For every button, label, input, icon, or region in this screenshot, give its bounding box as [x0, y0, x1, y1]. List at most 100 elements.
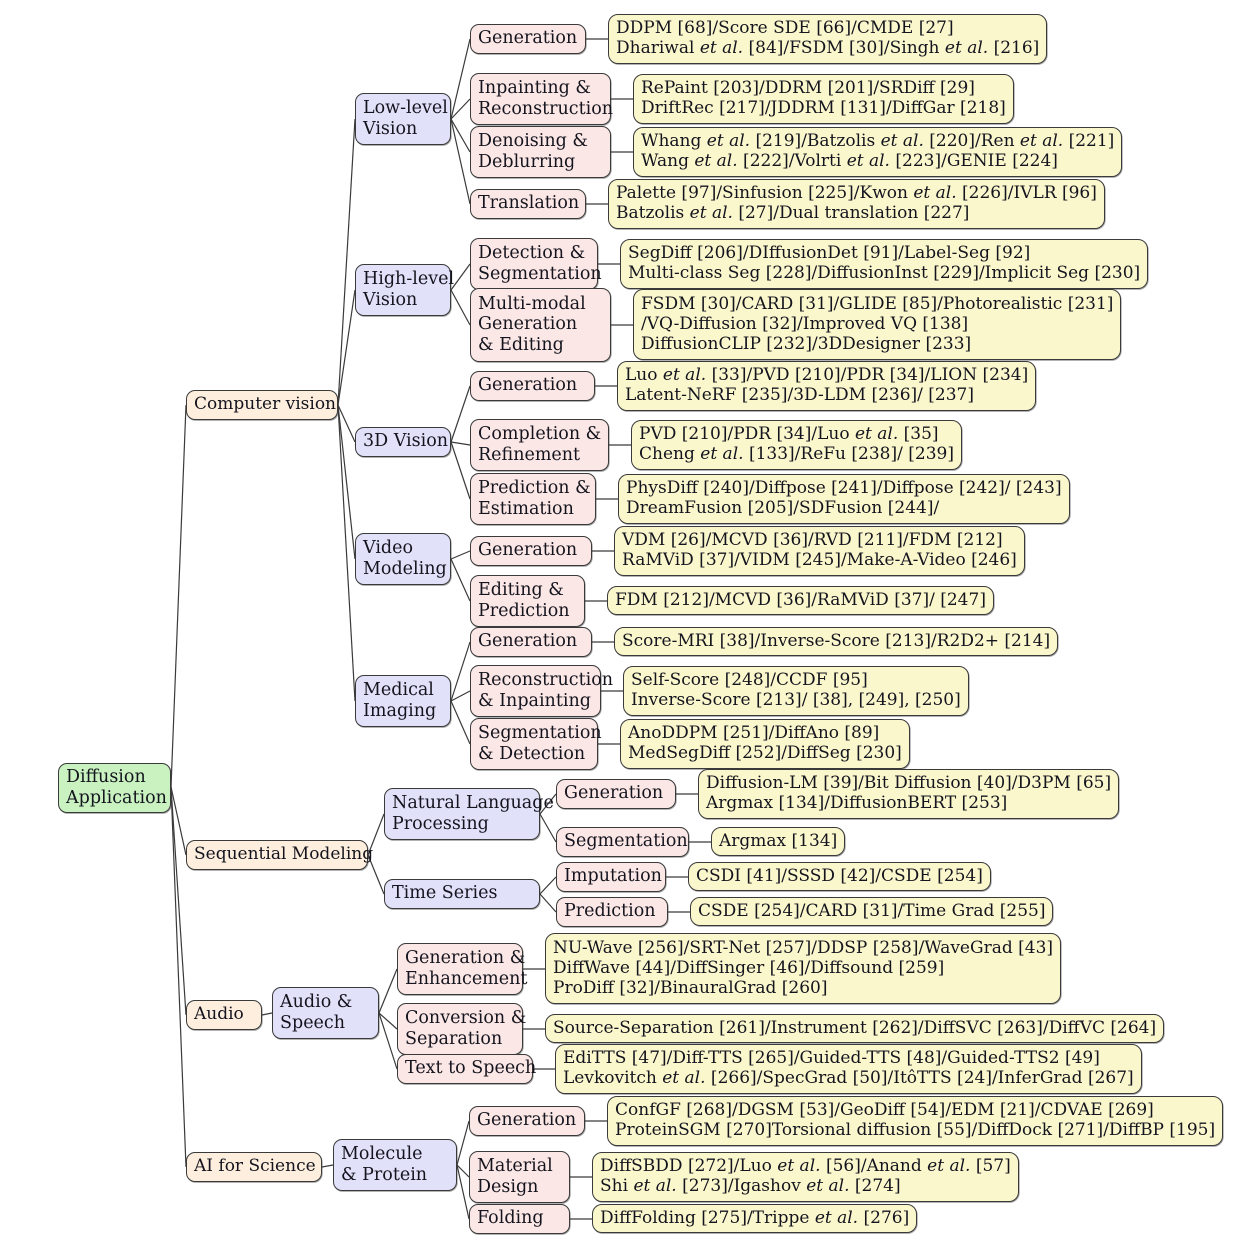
node-line: Modeling: [363, 558, 447, 579]
node-line: Reconstruction: [478, 669, 614, 690]
category-node-0-3[interactable]: Video Modeling: [355, 533, 451, 585]
task-node-1-0-1[interactable]: Segmentation: [556, 827, 689, 857]
node-line: /VQ-Diffusion [32]/Improved VQ [138]: [641, 313, 969, 334]
category-node-0-2[interactable]: 3D Vision: [355, 427, 451, 457]
et-al: et al.: [806, 1176, 850, 1196]
connector: [450, 550, 471, 560]
task-node-0-0-0[interactable]: Generation: [470, 24, 586, 54]
task-node-0-1-1[interactable]: Multi-modal Generation & Editing: [470, 288, 611, 362]
connector: [539, 876, 557, 895]
node-line: Multi-modal: [478, 293, 586, 314]
node-line: Segmentation: [478, 722, 602, 743]
node-line: Prediction: [564, 901, 656, 922]
node-line: DiffusionCLIP [232]/3DDesigner [233]: [641, 334, 972, 355]
task-node-0-2-0[interactable]: Generation: [470, 371, 595, 401]
et-al: et al.: [913, 182, 957, 203]
et-al: et al.: [1019, 130, 1064, 151]
category-node-0-0[interactable]: Low-level Vision: [355, 93, 451, 145]
task-node-1-1-1[interactable]: Prediction: [556, 897, 668, 927]
paper-list-0-2-0: Luo et al. [33]/PVD [210]/PDR [34]/LION …: [617, 360, 1037, 411]
node-line: Material: [477, 1155, 553, 1176]
paper-list-2-0-1: Source-Separation [261]/Instrument [262]…: [545, 1014, 1165, 1044]
node-line: Palette [97]/Sinfusion [225]/Kwon et al.…: [616, 182, 1097, 203]
task-node-0-3-0[interactable]: Generation: [470, 536, 592, 566]
paper-list-0-0-3: Palette [97]/Sinfusion [225]/Kwon et al.…: [608, 178, 1105, 229]
connector: [337, 404, 356, 560]
node-line: EdiTTS [47]/Diff-TTS [265]/Guided-TTS [4…: [563, 1047, 1100, 1068]
node-line: Vision: [363, 289, 418, 310]
et-al: et al.: [662, 1068, 706, 1088]
node-line: Generation: [478, 314, 578, 335]
node-line: Video: [363, 537, 414, 558]
node-line: Editing &: [478, 579, 564, 600]
node-line: MedSegDiff [252]/DiffSeg [230]: [628, 743, 902, 763]
node-line: Segmentation: [478, 263, 602, 284]
task-node-3-0-1[interactable]: Material Design: [469, 1151, 570, 1203]
node-line: Dhariwal et al. [84]/FSDM [30]/Singh et …: [616, 38, 1040, 58]
branch-node-3[interactable]: AI for Science: [186, 1152, 322, 1182]
branch-node-2[interactable]: Audio: [186, 1000, 262, 1030]
task-node-0-3-1[interactable]: Editing & Prediction: [470, 575, 585, 627]
task-node-0-1-0[interactable]: Detection & Segmentation: [470, 238, 602, 290]
connector: [450, 38, 471, 120]
connector: [450, 98, 471, 120]
node-line: Generation: [478, 631, 578, 652]
task-node-0-2-1[interactable]: Completion & Refinement: [470, 419, 609, 471]
task-node-2-0-0[interactable]: Generation & Enhancement: [397, 943, 527, 995]
branch-node-0[interactable]: Computer vision: [186, 390, 338, 420]
task-node-0-4-1[interactable]: Reconstruction & Inpainting: [470, 665, 614, 717]
connector: [450, 700, 471, 745]
task-node-1-1-0[interactable]: Imputation: [556, 862, 666, 892]
paper-list-3-0-1: DiffSBDD [272]/Luo et al. [56]/Anand et …: [592, 1151, 1019, 1202]
task-node-0-4-0[interactable]: Generation: [470, 627, 592, 657]
category-node-1-0[interactable]: Natural Language Processing: [384, 788, 554, 840]
connector: [261, 1012, 273, 1016]
task-node-0-2-2[interactable]: Prediction & Estimation: [470, 473, 596, 525]
task-node-3-0-0[interactable]: Generation: [469, 1106, 585, 1136]
task-node-0-0-2[interactable]: Denoising & Deblurring: [470, 126, 611, 178]
connector: [170, 786, 187, 1168]
node-line: VDM [26]/MCVD [36]/RVD [211]/FDM [212]: [622, 529, 1003, 550]
node-line: Separation: [405, 1028, 503, 1049]
category-node-2-0[interactable]: Audio & Speech: [272, 987, 379, 1039]
paper-list-0-4-2: AnoDDPM [251]/DiffAno [89] MedSegDiff [25…: [620, 718, 910, 769]
category-node-3-0[interactable]: Molecule & Protein: [333, 1139, 457, 1191]
node-line: Generation: [564, 783, 664, 804]
task-node-2-0-1[interactable]: Conversion & Separation: [397, 1003, 526, 1055]
task-node-1-0-0[interactable]: Generation: [556, 779, 676, 809]
paper-list-0-0-1: RePaint [203]/DDRM [201]/SRDiff [29] Drif…: [633, 73, 1014, 124]
node-line: Imaging: [363, 700, 437, 721]
connector: [450, 641, 471, 702]
node-line: Inpainting &: [478, 77, 591, 98]
node-line: Speech: [280, 1012, 345, 1033]
node-line: Medical: [363, 679, 434, 700]
node-line: Latent-NeRF [235]/3D-LDM [236]/ [237]: [625, 385, 975, 405]
category-node-0-1[interactable]: High-level Vision: [355, 264, 454, 316]
paper-list-0-4-1: Self-Score [248]/CCDF [95] Inverse-Score …: [623, 665, 969, 716]
task-node-0-4-2[interactable]: Segmentation & Detection: [470, 718, 602, 770]
task-node-3-0-2[interactable]: Folding: [469, 1204, 570, 1234]
connector: [450, 289, 471, 326]
category-node-0-4[interactable]: Medical Imaging: [355, 675, 451, 727]
node-line: Time Series: [392, 883, 498, 904]
connector: [321, 1164, 334, 1168]
task-node-0-0-3[interactable]: Translation: [470, 189, 586, 219]
et-al: et al.: [944, 38, 989, 58]
category-node-1-1[interactable]: Time Series: [384, 879, 540, 909]
task-node-0-0-1[interactable]: Inpainting & Reconstruction: [470, 73, 613, 125]
mindmap-canvas: Diffusion Application Computer vision Low-l…: [0, 0, 1250, 1256]
node-line: Diffusion-LM [39]/Bit Diffusion [40]/D3P…: [706, 772, 1112, 793]
connector: [170, 404, 187, 788]
node-line: & Inpainting: [478, 690, 591, 711]
et-al: et al.: [927, 1155, 971, 1176]
node-line: Detection &: [478, 242, 586, 263]
paper-list-0-4-0: Score-MRI [38]/Inverse-Score [213]/R2D2+…: [614, 627, 1059, 657]
node-line: Self-Score [248]/CCDF [95]: [631, 669, 868, 690]
paper-list-2-0-0: NU-Wave [256]/SRT-Net [257]/DDSP [258]/W…: [545, 933, 1062, 1004]
branch-node-1[interactable]: Sequential Modeling: [186, 840, 373, 870]
et-al: et al.: [689, 203, 733, 223]
node-line: DDPM [68]/Score SDE [66]/CMDE [27]: [616, 17, 954, 38]
task-node-2-0-2[interactable]: Text to Speech: [397, 1054, 536, 1084]
node-line: FDM [212]/MCVD [36]/RaMViD [37]/ [247]: [615, 590, 986, 610]
node-line: & Detection: [478, 743, 586, 764]
